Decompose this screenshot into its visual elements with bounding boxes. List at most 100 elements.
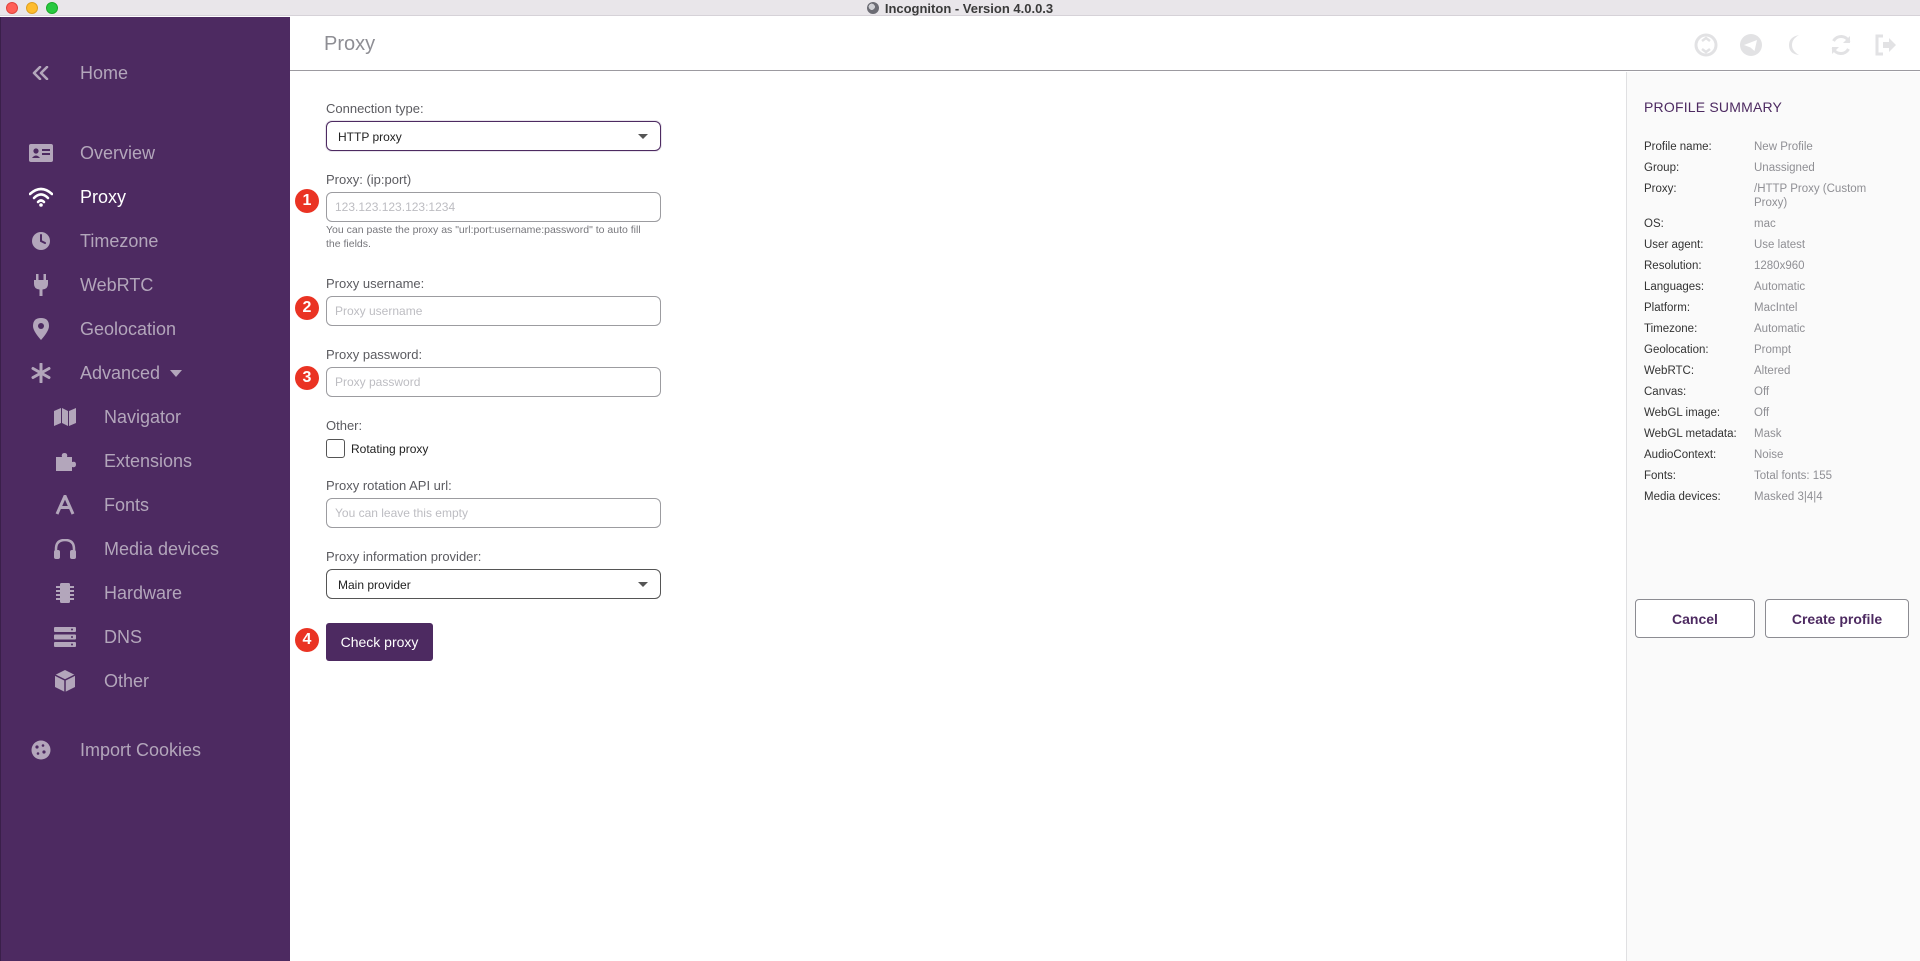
proxy-address-label: Proxy: (ip:port) [326, 172, 412, 187]
connection-type-label: Connection type: [326, 101, 424, 116]
sidebar-item-proxy[interactable]: Proxy [1, 179, 291, 215]
sidebar-item-geolocation[interactable]: Geolocation [1, 311, 291, 347]
summary-value: Total fonts: 155 [1754, 470, 1832, 482]
info-provider-select[interactable]: Main provider [326, 569, 661, 599]
proxy-username-input[interactable] [326, 296, 661, 326]
map-pin-icon [28, 316, 54, 342]
advanced-label-text: Advanced [80, 362, 161, 383]
cookie-icon [28, 737, 54, 763]
rotation-url-label: Proxy rotation API url: [326, 478, 452, 493]
proxy-address-input[interactable] [326, 192, 661, 222]
id-card-icon [28, 140, 54, 166]
moon-icon[interactable] [1782, 31, 1810, 59]
summary-value: Off [1754, 386, 1770, 398]
summary-value: /HTTP Proxy (Custom Proxy) [1754, 183, 1867, 209]
rotating-proxy-checkbox[interactable] [326, 439, 345, 458]
sidebar-item-label: Extensions [104, 450, 193, 471]
sidebar-item-import-cookies[interactable]: Import Cookies [1, 732, 291, 768]
server-icon [52, 624, 78, 650]
box-icon [52, 668, 78, 694]
summary-value: Off [1754, 407, 1770, 419]
summary-value: Use latest [1754, 239, 1806, 251]
info-provider-label: Proxy information provider: [326, 549, 482, 564]
summary-key: Resolution: [1644, 260, 1702, 272]
logout-icon[interactable] [1872, 31, 1900, 59]
summary-key: Geolocation: [1644, 344, 1709, 356]
sidebar-item-label: Overview [80, 142, 156, 163]
summary-key: Platform: [1644, 302, 1691, 314]
sidebar-item-other[interactable]: Other [1, 663, 291, 699]
summary-value: Altered [1754, 365, 1791, 377]
sidebar-item-dns[interactable]: DNS [1, 619, 291, 655]
rotation-url-input[interactable] [326, 498, 661, 528]
sidebar-item-label: Fonts [104, 494, 150, 515]
summary-key: Timezone: [1644, 323, 1698, 335]
summary-value: Automatic [1754, 323, 1806, 335]
summary-value: Masked 3|4|4 [1754, 491, 1823, 503]
sidebar-item-navigator[interactable]: Navigator [1, 399, 291, 435]
sidebar-item-hardware[interactable]: Hardware [1, 575, 291, 611]
sidebar-item-label: DNS [104, 626, 143, 647]
rotating-proxy-label: Rotating proxy [351, 442, 429, 456]
sidebar-item-label: Home [80, 62, 129, 83]
summary-key: Media devices: [1644, 491, 1721, 503]
sidebar-item-fonts[interactable]: Fonts [1, 487, 291, 523]
page-title: Proxy [324, 33, 376, 55]
summary-key: Group: [1644, 162, 1680, 174]
summary-value: Prompt [1754, 344, 1792, 356]
proxy-password-input[interactable] [326, 367, 661, 397]
sidebar-item-label: Navigator [104, 406, 182, 427]
connection-type-select[interactable]: HTTP proxy [326, 121, 661, 151]
window-title-text: Incogniton - Version 4.0.0.3 [884, 0, 1054, 16]
summary-value: mac [1754, 218, 1776, 230]
summary-value: Mask [1754, 428, 1782, 440]
sidebar: Home Overview Proxy Timezone WebRTC Geol… [0, 17, 290, 961]
telegram-icon[interactable] [1737, 31, 1765, 59]
sidebar-item-extensions[interactable]: Extensions [1, 443, 291, 479]
info-provider-value: Main provider [338, 578, 411, 592]
step-badge-3: 3 [295, 366, 319, 390]
sidebar-item-home[interactable]: Home [1, 55, 291, 91]
sidebar-item-label: Proxy [80, 186, 127, 207]
summary-value: MacIntel [1754, 302, 1798, 314]
sidebar-item-label: Timezone [80, 230, 159, 251]
refresh-icon[interactable] [1827, 31, 1855, 59]
sidebar-item-advanced[interactable]: Advanced [1, 355, 291, 391]
sidebar-item-media-devices[interactable]: Media devices [1, 531, 291, 567]
dropdown-arrow-icon [638, 582, 648, 587]
clock-icon [28, 228, 54, 254]
create-profile-button[interactable]: Create profile [1765, 599, 1909, 638]
puzzle-icon [52, 448, 78, 474]
summary-value: 1280x960 [1754, 260, 1805, 272]
window-title: Incogniton - Version 4.0.0.3 [0, 0, 1920, 16]
summary-key: User agent: [1644, 239, 1704, 251]
check-proxy-button[interactable]: Check proxy [326, 623, 433, 661]
summary-key: WebGL metadata: [1644, 428, 1737, 440]
font-icon [52, 492, 78, 518]
map-icon [52, 404, 78, 430]
cancel-button[interactable]: Cancel [1635, 599, 1755, 638]
sidebar-item-label: Hardware [104, 582, 183, 603]
sidebar-item-timezone[interactable]: Timezone [1, 223, 291, 259]
summary-key: AudioContext: [1644, 449, 1717, 461]
profile-summary-title: PROFILE SUMMARY [1644, 99, 1783, 115]
chip-icon [52, 580, 78, 606]
summary-key: WebGL image: [1644, 407, 1721, 419]
summary-key: OS: [1644, 218, 1664, 230]
recycle-icon[interactable] [1692, 31, 1720, 59]
plug-icon [28, 272, 54, 298]
summary-key: Proxy: [1644, 183, 1677, 195]
step-badge-4: 4 [295, 628, 319, 652]
other-label: Other: [326, 418, 363, 433]
summary-key: Canvas: [1644, 386, 1687, 398]
summary-value: New Profile [1754, 141, 1813, 153]
double-chevron-left-icon [28, 60, 54, 86]
connection-type-value: HTTP proxy [338, 130, 402, 144]
sidebar-item-overview[interactable]: Overview [1, 135, 291, 171]
summary-value: Automatic [1754, 281, 1806, 293]
sidebar-item-webrtc[interactable]: WebRTC [1, 267, 291, 303]
step-badge-1: 1 [295, 189, 319, 213]
summary-value: Noise [1754, 449, 1784, 461]
sidebar-item-label: WebRTC [80, 274, 154, 295]
caret-down-icon [170, 370, 183, 378]
